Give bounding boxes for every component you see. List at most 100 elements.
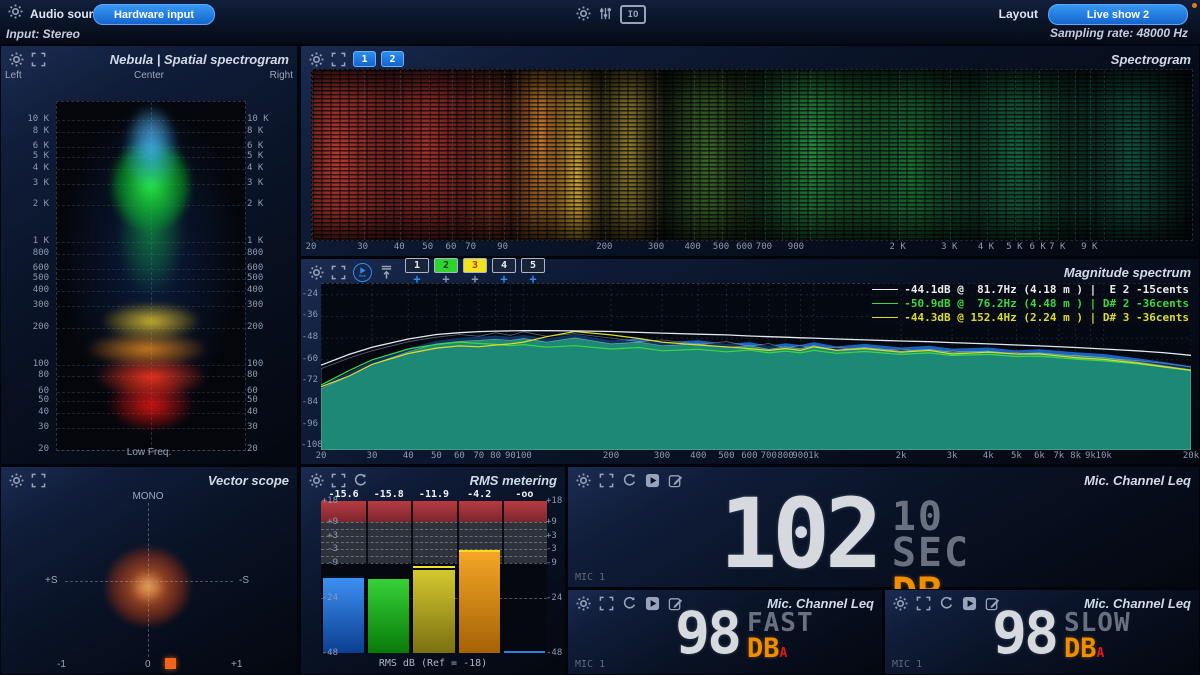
refresh-icon[interactable] — [622, 596, 637, 611]
gear-icon[interactable] — [576, 6, 591, 21]
gear-icon[interactable] — [309, 52, 324, 67]
freq-tick-label: 40 — [394, 242, 405, 252]
fullscreen-icon[interactable] — [599, 596, 614, 611]
gear-icon[interactable] — [576, 473, 591, 488]
freq-tick-label: 4 K — [1, 163, 49, 173]
gear-icon-slot[interactable] — [8, 4, 23, 19]
gear-icon[interactable] — [893, 596, 908, 611]
freq-tick-label: 6 K — [1029, 242, 1045, 252]
gear-icon[interactable] — [8, 4, 23, 19]
balance-marker[interactable] — [165, 658, 176, 669]
leq-channel-label: MIC 1 — [892, 659, 922, 670]
play-icon[interactable] — [645, 596, 660, 611]
freq-tick-label: 20k — [1183, 451, 1199, 461]
leq-play-slot[interactable] — [645, 596, 660, 611]
freq-tick-label: 50 — [431, 451, 442, 461]
freq-tick-label: 30 — [1, 422, 49, 432]
memory-slot-button[interactable]: 5 — [521, 258, 545, 273]
fullscreen-icon[interactable] — [31, 52, 46, 67]
play-icon[interactable] — [962, 596, 977, 611]
layout-preset-button[interactable]: Live show 2 — [1048, 4, 1188, 25]
refresh-icon[interactable] — [622, 473, 637, 488]
fullscreen-icon[interactable] — [599, 473, 614, 488]
rms-bar — [504, 651, 545, 653]
magnitude-gear-slot[interactable] — [309, 265, 324, 280]
nebula-fullscreen-slot[interactable] — [31, 52, 46, 67]
vectorscope-fullscreen-slot[interactable] — [31, 473, 46, 488]
spectrogram-view-button[interactable]: 2 — [381, 51, 404, 67]
magnitude-fullscreen-slot[interactable] — [331, 265, 346, 280]
spectrogram-gear-slot[interactable] — [309, 52, 324, 67]
freq-tick-label: 9 K — [1081, 242, 1097, 252]
memory-slot-button[interactable]: 4 — [492, 258, 516, 273]
leq-play-slot[interactable] — [645, 473, 660, 488]
freq-tick-label: 500 — [247, 273, 263, 283]
nebula-gear-slot[interactable] — [9, 52, 24, 67]
gridline — [722, 70, 723, 240]
leq-reset-slot[interactable] — [622, 473, 637, 488]
leq-value: 98 — [675, 610, 739, 658]
leq-edit-slot[interactable] — [668, 473, 683, 488]
sliders-icon[interactable] — [598, 6, 613, 21]
freq-tick-label: 6k — [1034, 451, 1045, 461]
refresh-icon[interactable] — [939, 596, 954, 611]
settings-gear-slot[interactable] — [576, 6, 591, 21]
leq-play-slot[interactable] — [962, 596, 977, 611]
fullscreen-icon[interactable] — [331, 265, 346, 280]
leq-fullscreen-slot[interactable] — [599, 596, 614, 611]
leq-reset-slot[interactable] — [622, 596, 637, 611]
spectrogram-view-button[interactable]: 1 — [353, 51, 376, 67]
vector-scope-panel: Vector scope MONO +S -S -1 0 +1 — [0, 466, 298, 675]
io-icon[interactable]: IO — [620, 5, 646, 24]
freq-tick-label: 700 — [756, 242, 772, 252]
gear-icon[interactable] — [9, 473, 24, 488]
leq-reset-slot[interactable] — [939, 596, 954, 611]
rms-peak-hold — [323, 576, 364, 578]
memory-slot-button[interactable]: 1 — [405, 258, 429, 273]
leq-gear-slot[interactable] — [576, 473, 591, 488]
live-icon[interactable]: live — [353, 263, 372, 282]
memory-slot-button[interactable]: 2 — [434, 258, 458, 273]
gridline — [517, 70, 518, 240]
freq-tick-label: 90 — [505, 451, 516, 461]
rms-fullscreen-slot[interactable] — [331, 473, 346, 488]
gear-icon[interactable] — [309, 473, 324, 488]
pan-minus-one-label: -1 — [57, 659, 66, 670]
gridline — [657, 70, 658, 240]
fullscreen-icon[interactable] — [331, 473, 346, 488]
leq-fullscreen-slot[interactable] — [599, 473, 614, 488]
freq-tick-label: 600 — [741, 451, 757, 461]
import-arrow-icon[interactable] — [379, 265, 394, 280]
gridline — [364, 70, 365, 240]
leq-gear-slot[interactable] — [576, 596, 591, 611]
play-icon[interactable] — [645, 473, 660, 488]
freq-tick-label: 20 — [316, 451, 327, 461]
memory-slot-button[interactable]: 3 — [463, 258, 487, 273]
rms-gear-slot[interactable] — [309, 473, 324, 488]
refresh-icon[interactable] — [353, 473, 368, 488]
spectrogram-fullscreen-slot[interactable] — [331, 52, 346, 67]
rms-reset-slot[interactable] — [353, 473, 368, 488]
vectorscope-gear-slot[interactable] — [9, 473, 24, 488]
gridline — [504, 70, 505, 240]
fullscreen-icon[interactable] — [331, 52, 346, 67]
freq-tick-label: 10 K — [1, 114, 49, 124]
freq-tick-label: 100 — [1, 359, 49, 369]
leq-gear-slot[interactable] — [893, 596, 908, 611]
readout-line-swatch — [872, 317, 898, 318]
leq-fullscreen-slot[interactable] — [916, 596, 931, 611]
freq-tick-label: 200 — [1, 322, 49, 332]
gear-icon[interactable] — [309, 265, 324, 280]
freq-tick-label: 5 K — [247, 151, 263, 161]
mic-channel-leq-panel-10sec: Mic. Channel Leq 102 10 SEC DBC MIC 1 — [567, 466, 1200, 588]
db-tick-label: -48 — [301, 332, 318, 342]
gear-icon[interactable] — [9, 52, 24, 67]
fullscreen-icon[interactable] — [31, 473, 46, 488]
edit-icon[interactable] — [668, 473, 683, 488]
pan-right-label: Right — [270, 70, 293, 81]
gear-icon[interactable] — [576, 596, 591, 611]
mic-channel-leq-panel-fast: Mic. Channel Leq 98 FAST DBA MIC 1 — [567, 589, 883, 675]
hardware-input-button[interactable]: Hardware input — [93, 4, 215, 25]
fullscreen-icon[interactable] — [916, 596, 931, 611]
db-tick-label: -84 — [301, 397, 318, 407]
